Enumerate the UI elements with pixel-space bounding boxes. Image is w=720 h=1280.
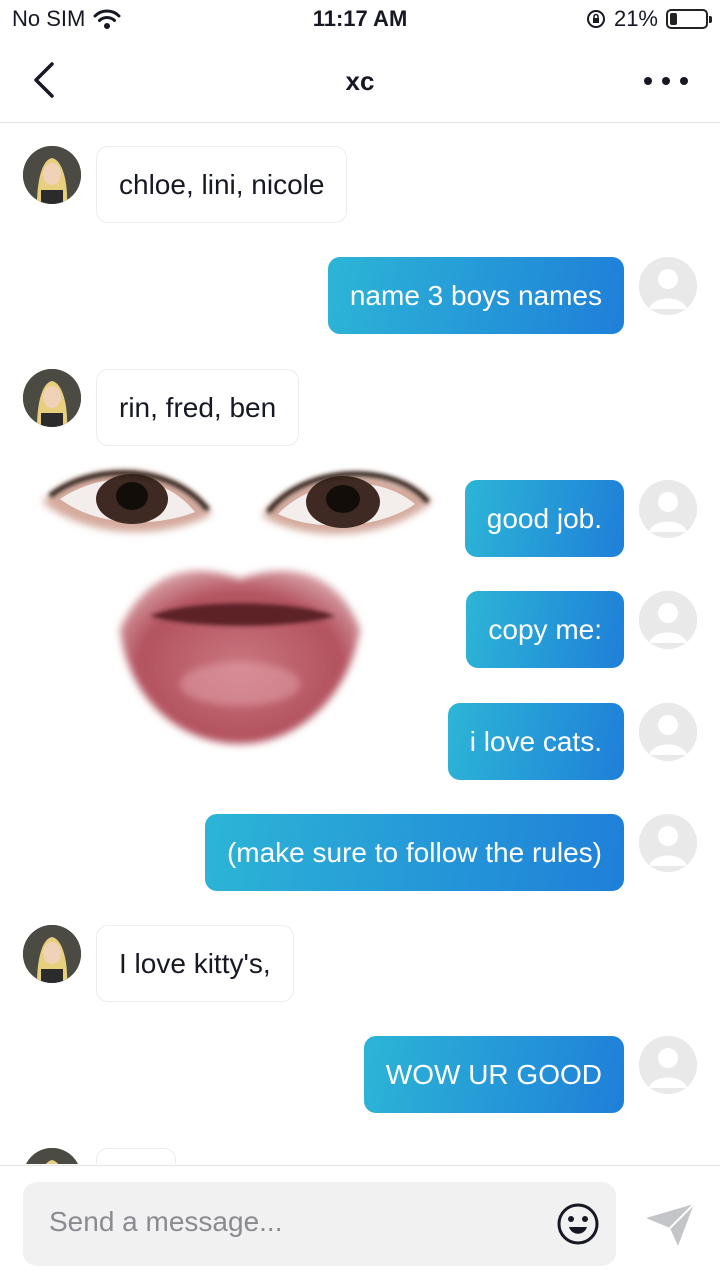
- avatar[interactable]: [639, 814, 697, 872]
- avatar[interactable]: [23, 369, 81, 427]
- battery-icon: [666, 9, 712, 29]
- default-avatar-icon: [639, 480, 697, 538]
- message-bubble[interactable]: copy me:: [466, 591, 624, 668]
- message-outgoing: good job.: [0, 480, 720, 557]
- message-bubble[interactable]: chloe, lini, nicole: [96, 146, 348, 223]
- send-button[interactable]: [644, 1202, 696, 1248]
- send-icon: [646, 1203, 695, 1246]
- conversation-title: xc: [345, 66, 375, 96]
- user-photo-icon: [23, 925, 81, 983]
- avatar[interactable]: [23, 146, 81, 204]
- default-avatar-icon: [639, 257, 697, 315]
- message-incoming: I love kitty's,: [0, 925, 720, 1002]
- message-outgoing: name 3 boys names: [0, 257, 720, 334]
- message-bubble[interactable]: rin, fred, ben: [96, 369, 300, 446]
- message-list[interactable]: chloe, lini, nicole name 3 boys names ri…: [0, 124, 720, 1164]
- user-photo-icon: [23, 146, 81, 204]
- avatar[interactable]: [639, 591, 697, 649]
- more-options-button[interactable]: [644, 66, 688, 96]
- message-bubble[interactable]: i love cats.: [447, 703, 624, 780]
- avatar[interactable]: [639, 703, 697, 761]
- message-incoming-partial: [0, 1148, 720, 1164]
- orientation-lock-icon: [586, 10, 605, 28]
- avatar[interactable]: [639, 480, 697, 538]
- default-avatar-icon: [639, 1036, 697, 1094]
- message-bubble[interactable]: [96, 1148, 176, 1164]
- default-avatar-icon: [639, 591, 697, 649]
- message-bubble[interactable]: (make sure to follow the rules): [204, 814, 624, 891]
- user-photo-icon: [23, 1148, 81, 1164]
- more-horizontal-icon: [644, 77, 652, 85]
- message-outgoing: copy me:: [0, 591, 720, 668]
- avatar[interactable]: [639, 257, 697, 315]
- status-right: 21%: [586, 6, 712, 32]
- default-avatar-icon: [639, 814, 697, 872]
- default-avatar-icon: [639, 703, 697, 761]
- battery-fill: [670, 13, 678, 25]
- message-incoming: chloe, lini, nicole: [0, 146, 720, 223]
- more-dot: [662, 77, 670, 85]
- chat-header: xc: [0, 40, 720, 123]
- message-input-placeholder: Send a message...: [49, 1206, 283, 1237]
- message-input[interactable]: Send a message...: [23, 1182, 616, 1266]
- user-photo-icon: [23, 369, 81, 427]
- emoji-button[interactable]: [556, 1202, 600, 1246]
- avatar[interactable]: [23, 1148, 81, 1164]
- more-dot: [680, 77, 688, 85]
- message-outgoing: (make sure to follow the rules): [0, 814, 720, 891]
- avatar[interactable]: [23, 925, 81, 983]
- battery-percent: 21%: [613, 6, 658, 31]
- message-bubble[interactable]: good job.: [464, 480, 624, 557]
- message-incoming: rin, fred, ben: [0, 369, 720, 446]
- message-bubble[interactable]: name 3 boys names: [327, 257, 624, 334]
- message-bubble[interactable]: WOW UR GOOD: [363, 1036, 624, 1113]
- emoji-icon: [557, 1203, 599, 1245]
- message-bubble[interactable]: I love kitty's,: [96, 925, 294, 1002]
- message-composer: Send a message...: [0, 1165, 720, 1280]
- message-outgoing: WOW UR GOOD: [0, 1036, 720, 1113]
- message-outgoing: i love cats.: [0, 703, 720, 780]
- avatar[interactable]: [639, 1036, 697, 1094]
- status-bar: No SIM 11:17 AM 21%: [0, 0, 720, 40]
